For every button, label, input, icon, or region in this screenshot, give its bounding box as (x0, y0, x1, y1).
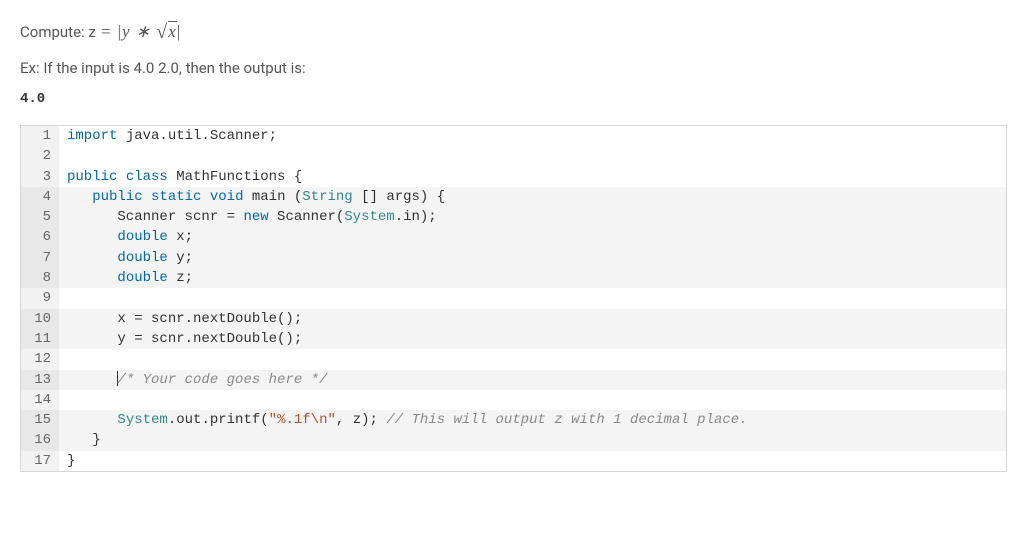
code-content: double y; (59, 248, 1006, 268)
line-number: 12 (21, 349, 59, 369)
code-line: 12 (21, 349, 1006, 369)
math-expression: = |y ∗ √x| (100, 20, 181, 43)
code-content (59, 288, 1006, 308)
code-line: 13 /* Your code goes here */ (21, 370, 1006, 390)
code-content: } (59, 430, 1006, 450)
line-number: 3 (21, 167, 59, 187)
code-line: 7 double y; (21, 248, 1006, 268)
instruction-line: Compute: z = |y ∗ √x| (20, 20, 1007, 43)
code-content: public static void main (String [] args)… (59, 187, 1006, 207)
code-content (59, 349, 1006, 369)
line-number: 16 (21, 430, 59, 450)
code-line: 2 (21, 146, 1006, 166)
code-line: 3public class MathFunctions { (21, 167, 1006, 187)
code-editor[interactable]: 1import java.util.Scanner;2 3public clas… (20, 125, 1007, 472)
line-number: 11 (21, 329, 59, 349)
line-number: 7 (21, 248, 59, 268)
code-content: } (59, 451, 1006, 471)
line-number: 13 (21, 370, 59, 390)
code-content: y = scnr.nextDouble(); (59, 329, 1006, 349)
code-line: 15 System.out.printf("%.1f\n", z); // Th… (21, 410, 1006, 430)
line-number: 5 (21, 207, 59, 227)
code-line: 5 Scanner scnr = new Scanner(System.in); (21, 207, 1006, 227)
code-content: import java.util.Scanner; (59, 126, 1006, 146)
code-content: x = scnr.nextDouble(); (59, 309, 1006, 329)
code-line: 1import java.util.Scanner; (21, 126, 1006, 146)
line-number: 4 (21, 187, 59, 207)
code-line: 4 public static void main (String [] arg… (21, 187, 1006, 207)
code-line: 6 double x; (21, 227, 1006, 247)
code-line: 11 y = scnr.nextDouble(); (21, 329, 1006, 349)
line-number: 15 (21, 410, 59, 430)
example-output: 4.0 (20, 91, 1007, 107)
line-number: 14 (21, 390, 59, 410)
example-description: Ex: If the input is 4.0 2.0, then the ou… (20, 59, 1007, 77)
code-content[interactable]: /* Your code goes here */ (59, 370, 1006, 390)
code-line: 8 double z; (21, 268, 1006, 288)
code-content: double x; (59, 227, 1006, 247)
code-content (59, 146, 1006, 166)
code-content: public class MathFunctions { (59, 167, 1006, 187)
line-number: 10 (21, 309, 59, 329)
code-line: 17} (21, 451, 1006, 471)
code-line: 10 x = scnr.nextDouble(); (21, 309, 1006, 329)
code-content: double z; (59, 268, 1006, 288)
line-number: 17 (21, 451, 59, 471)
code-line: 9 (21, 288, 1006, 308)
line-number: 6 (21, 227, 59, 247)
instruction-text: Compute: z (20, 23, 96, 41)
code-line: 16 } (21, 430, 1006, 450)
code-line: 14 (21, 390, 1006, 410)
code-content (59, 390, 1006, 410)
line-number: 9 (21, 288, 59, 308)
line-number: 1 (21, 126, 59, 146)
line-number: 8 (21, 268, 59, 288)
code-content: Scanner scnr = new Scanner(System.in); (59, 207, 1006, 227)
line-number: 2 (21, 146, 59, 166)
code-content: System.out.printf("%.1f\n", z); // This … (59, 410, 1006, 430)
